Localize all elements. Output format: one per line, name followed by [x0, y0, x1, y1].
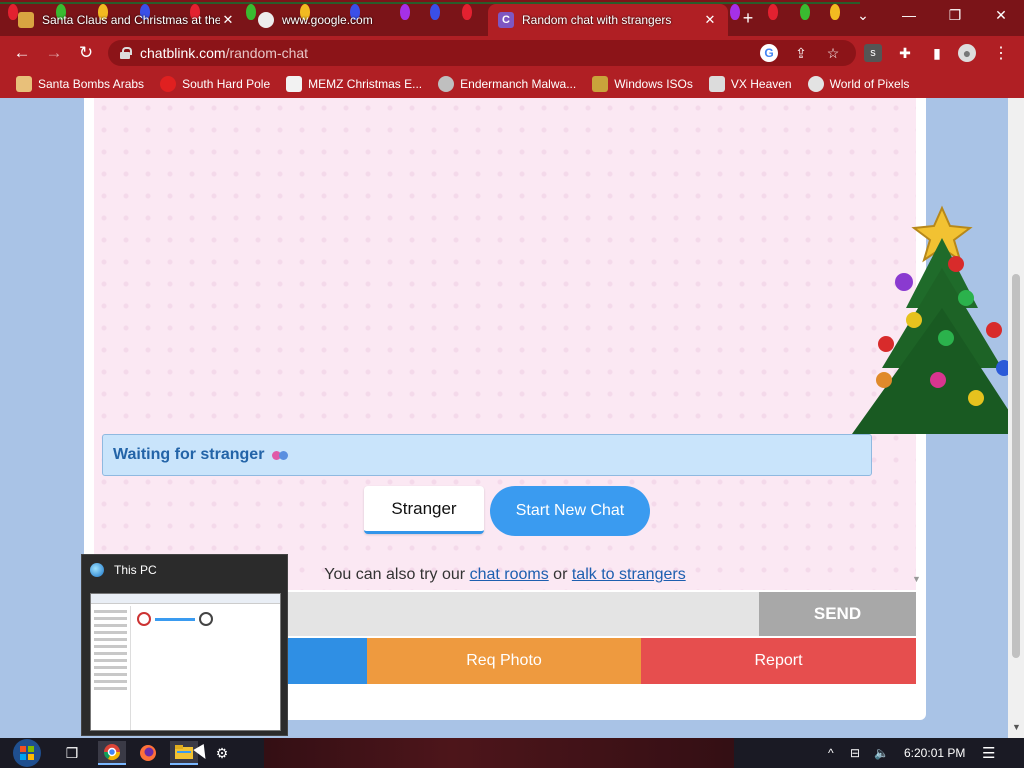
close-window-button[interactable]: ✕ — [978, 0, 1024, 30]
forward-button[interactable]: → — [42, 41, 66, 65]
reload-button[interactable]: ↻ — [74, 41, 98, 65]
taskbar-thumbnail-preview[interactable]: This PC — [81, 554, 288, 736]
status-banner: Waiting for stranger — [102, 434, 872, 476]
google-icon[interactable]: G — [760, 44, 778, 62]
tab-google[interactable]: www.google.com — [248, 4, 486, 36]
bookmark-world-of-pixels[interactable]: World of Pixels — [807, 76, 909, 92]
chat-rooms-link[interactable]: chat rooms — [470, 566, 549, 583]
chatblink-favicon-icon: C — [498, 12, 514, 28]
restore-button[interactable]: ❐ — [932, 0, 978, 30]
scrollbar-thumb[interactable] — [1012, 274, 1020, 658]
task-view-icon[interactable]: ❒ — [58, 741, 86, 765]
volume-icon[interactable]: 🔈 — [874, 738, 889, 768]
scroll-down-arrow-icon[interactable]: ▼ — [1012, 722, 1021, 732]
christmas-tree-icon — [852, 205, 1024, 434]
loading-dots-icon — [272, 450, 289, 460]
address-bar[interactable]: chatblink.com/random-chat — [108, 40, 856, 66]
tab-strip: Santa Claus and Christmas at the ✕ www.g… — [0, 0, 1024, 36]
share-icon[interactable]: ⇪ — [792, 44, 810, 62]
endermanch-icon — [438, 76, 455, 92]
memz-icon — [286, 76, 303, 92]
clock[interactable]: 6:20:01 PM — [904, 738, 965, 768]
tab-title: Random chat with strangers — [522, 13, 672, 27]
tab-title: www.google.com — [282, 13, 373, 27]
palette-icon — [807, 76, 824, 92]
status-text: Waiting for stranger — [113, 446, 265, 463]
talk-to-strangers-link[interactable]: talk to strangers — [572, 566, 686, 583]
sidepanel-icon[interactable]: ▮ — [928, 44, 946, 62]
tab-search-button[interactable]: ⌄ — [840, 0, 886, 30]
close-icon[interactable]: ✕ — [220, 12, 236, 28]
new-tab-button[interactable]: + — [738, 8, 758, 29]
bookmark-memz[interactable]: MEMZ Christmas E... — [286, 76, 422, 92]
bookmark-windows-isos[interactable]: Windows ISOs — [592, 76, 693, 92]
network-icon[interactable]: ⊟ — [850, 738, 860, 768]
google-favicon-icon — [258, 12, 274, 28]
req-photo-button[interactable]: Req Photo — [367, 638, 641, 684]
start-orb-icon[interactable] — [8, 738, 46, 768]
show-hidden-icons-chevron-icon[interactable]: ^ — [828, 738, 834, 768]
lock-icon[interactable] — [120, 47, 132, 59]
back-button[interactable]: ← — [10, 41, 34, 65]
vx-heaven-icon — [708, 76, 725, 92]
start-new-chat-button[interactable]: Start New Chat — [490, 486, 650, 536]
browser-toolbar: ← → ↻ chatblink.com/random-chat G ⇪ ☆ s … — [0, 36, 1024, 70]
tab-santa[interactable]: Santa Claus and Christmas at the ✕ — [8, 4, 246, 36]
tab-title: Santa Claus and Christmas at the — [42, 13, 220, 27]
s-extension-icon[interactable]: s — [864, 44, 882, 62]
santa-favicon-icon — [18, 12, 34, 28]
bookmark-santa-bombs[interactable]: Santa Bombs Arabs — [16, 76, 144, 92]
menu-icon[interactable]: ⋮ — [992, 44, 1010, 62]
santa-icon — [16, 76, 32, 92]
chat-log[interactable]: Waiting for stranger Stranger Start New … — [94, 98, 921, 590]
bookmark-vx-heaven[interactable]: VX Heaven — [708, 76, 792, 92]
puzzle-icon[interactable]: ✚ — [896, 44, 914, 62]
tab-random-chat[interactable]: C Random chat with strangers ✕ — [488, 4, 728, 36]
explorer-preview-image — [90, 593, 281, 731]
profile-icon[interactable]: ● — [958, 44, 976, 62]
stranger-button[interactable]: Stranger — [364, 486, 484, 534]
url-text: chatblink.com/random-chat — [140, 45, 309, 61]
star-burst-icon — [160, 76, 177, 92]
file-explorer-taskbar-icon[interactable] — [170, 741, 198, 765]
close-icon[interactable]: ✕ — [702, 12, 718, 28]
windows-taskbar: ❒ ⚙ ^ ⊟ 🔈 6:20:01 PM ☰ — [0, 738, 1024, 768]
send-button[interactable]: SEND — [759, 592, 916, 636]
settings-taskbar-icon[interactable]: ⚙ — [208, 741, 236, 765]
thumbnail-title: This PC — [114, 563, 157, 577]
page-scrollbar[interactable]: ▼ — [1008, 98, 1024, 738]
firefox-taskbar-icon[interactable] — [134, 741, 162, 765]
minimize-button[interactable]: — — [886, 0, 932, 30]
windows-isos-icon — [592, 76, 609, 92]
star-icon[interactable]: ☆ — [824, 44, 842, 62]
chat-scroll-down-icon[interactable]: ▼ — [912, 574, 921, 584]
bookmark-endermanch[interactable]: Endermanch Malwa... — [438, 76, 576, 92]
this-pc-icon — [90, 563, 104, 577]
notification-center-icon[interactable]: ☰ — [982, 738, 995, 768]
report-button[interactable]: Report — [641, 638, 916, 684]
chrome-taskbar-icon[interactable] — [98, 741, 126, 765]
bookmarks-bar: Santa Bombs Arabs South Hard Pole MEMZ C… — [0, 70, 1024, 98]
bookmark-south-hard-pole[interactable]: South Hard Pole — [160, 76, 270, 92]
